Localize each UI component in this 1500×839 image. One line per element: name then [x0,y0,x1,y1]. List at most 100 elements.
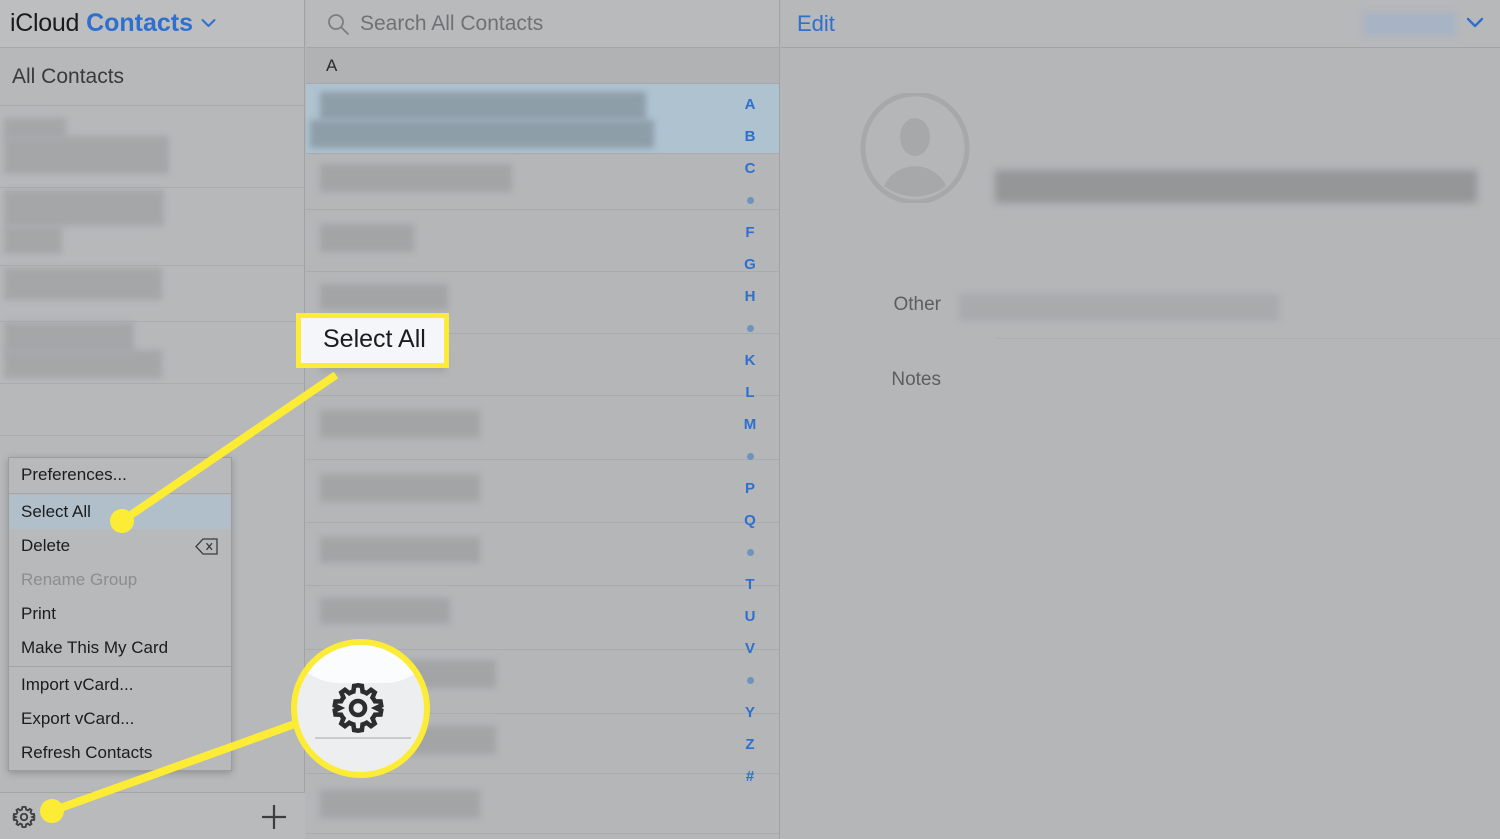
alpha-index-label: F [745,223,755,241]
sidebar-group-list [0,106,304,436]
contact-name-redacted [320,598,450,624]
alpha-index-item[interactable]: C [721,152,779,184]
search-icon [326,12,350,36]
alpha-index-item-dot[interactable] [721,536,779,568]
search-placeholder-text: Search All Contacts [360,11,544,35]
table-row[interactable] [306,774,779,834]
group-name-redacted [4,322,134,352]
add-contact-button[interactable] [258,801,290,833]
menu-item-label: Rename Group [21,570,138,589]
group-name-redacted [4,118,66,138]
sidebar-item-all-contacts[interactable]: All Contacts [0,48,304,106]
alpha-index-item[interactable]: Z [721,728,779,760]
callout-anchor-dot [110,509,134,533]
sidebar-group-item[interactable] [0,322,304,384]
table-row[interactable] [306,460,779,523]
account-selector[interactable] [1364,12,1484,35]
alpha-index-item[interactable]: H [721,280,779,312]
alpha-index-item[interactable]: P [721,472,779,504]
alpha-index-item[interactable]: T [721,568,779,600]
alpha-index-label: G [744,255,756,273]
contact-name-redacted [995,170,1477,203]
alpha-index-item[interactable]: L [721,376,779,408]
table-row[interactable] [306,154,779,210]
menu-item-import-vcard[interactable]: Import vCard... [9,668,231,702]
contact-name-redacted [320,224,414,252]
chevron-down-icon[interactable] [201,16,216,31]
search-field[interactable]: Search All Contacts [306,0,779,48]
brand-contacts-label[interactable]: Contacts [86,9,193,38]
menu-item-refresh-contacts[interactable]: Refresh Contacts [9,736,231,770]
alpha-index-item[interactable]: K [721,344,779,376]
section-header-letter: A [326,55,338,75]
alpha-index-item[interactable]: F [721,216,779,248]
alpha-index-item[interactable]: U [721,600,779,632]
account-name-redacted [1364,12,1456,35]
plus-icon [262,805,286,829]
alpha-index-item[interactable]: A [721,88,779,120]
detail-toolbar: Edit [781,0,1500,48]
alpha-index-item[interactable]: M [721,408,779,440]
menu-divider [9,666,231,667]
sidebar-item-label: All Contacts [12,64,125,88]
alpha-index-item-dot[interactable] [721,664,779,696]
menu-item-label: Preferences... [21,465,127,484]
group-name-redacted [4,268,162,300]
sidebar-group-item[interactable] [0,384,304,436]
magnifier-anchor-dot [40,799,64,823]
alpha-index-label: L [745,383,755,401]
table-row[interactable] [306,834,779,839]
sidebar-group-item[interactable] [0,188,304,266]
alpha-index-item[interactable]: Q [721,504,779,536]
alpha-index-item-dot[interactable] [721,312,779,344]
alpha-index-label: Y [744,703,755,721]
backspace-key-icon [195,537,219,555]
sidebar-group-item[interactable] [0,106,304,188]
gear-icon [329,679,387,742]
alpha-index-item-dot[interactable] [721,184,779,216]
alpha-index-label: H [744,287,756,305]
field-notes: Notes [781,369,1500,391]
menu-item-label: Select All [21,502,91,521]
menu-item-print[interactable]: Print [9,597,231,631]
dot-icon [746,324,754,332]
alpha-index-item[interactable]: V [721,632,779,664]
contact-name-redacted [320,474,480,502]
alpha-index-item-dot[interactable] [721,440,779,472]
menu-item-label: Print [21,604,56,623]
menu-item-export-vcard[interactable]: Export vCard... [9,702,231,736]
field-divider [996,338,1500,339]
alpha-index-item[interactable]: B [721,120,779,152]
alpha-index-item[interactable]: Y [721,696,779,728]
callout-label: Select All [323,325,426,353]
alpha-index-label: Z [745,735,755,753]
alphabet-index[interactable]: A B C F G H K L M P Q T U V Y Z # [721,48,779,839]
alpha-index-item[interactable]: G [721,248,779,280]
chevron-down-icon[interactable] [1466,16,1484,32]
contact-name-redacted [310,120,654,148]
table-row[interactable] [306,396,779,460]
settings-gear-button[interactable] [9,802,39,832]
menu-item-preferences[interactable]: Preferences... [9,458,231,492]
group-name-redacted [4,350,162,378]
alpha-index-label: # [745,767,755,785]
edit-button[interactable]: Edit [797,11,835,37]
field-label: Other [893,294,941,315]
contact-name-redacted [320,164,512,192]
field-value-redacted [959,294,1279,321]
menu-item-delete[interactable]: Delete [9,529,231,563]
menu-item-label: Import vCard... [21,675,134,694]
contact-name-redacted [320,284,448,310]
avatar[interactable] [860,91,970,205]
group-name-redacted [4,136,169,174]
table-row[interactable] [306,210,779,272]
menu-item-label: Delete [21,536,71,555]
menu-item-make-this-my-card[interactable]: Make This My Card [9,631,231,665]
sidebar-group-item[interactable] [0,266,304,322]
alpha-index-item[interactable]: # [721,760,779,792]
gear-icon [12,805,36,829]
contact-name-redacted [320,537,480,563]
table-row[interactable] [306,523,779,586]
table-row[interactable] [306,84,779,154]
dot-icon [746,676,754,684]
